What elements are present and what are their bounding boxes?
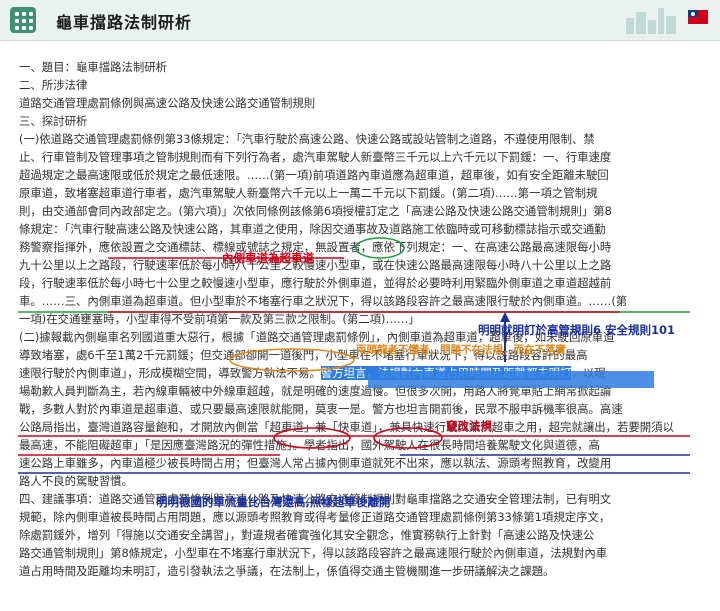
annotation-false-regulation: 竄改法規 xyxy=(446,419,492,433)
doc-line: 道占用時間及距離均未明訂，造引發執法之爭議，在法制上，係值得交通主管機關進一步研… xyxy=(19,564,555,578)
doc-line: 除處罰鍰外，增列「得施以交通安全講習」，對違規者確實強化其安全觀念，惟實務執行上… xyxy=(19,528,595,542)
doc-line: 原車道，致堵塞超車道行車者，處汽車駕駛人新臺幣六千元以上一萬二千元以下罰鍰。(第… xyxy=(19,186,598,200)
doc-line: 九十公里以上之路段，行駛速率低於每小時八十公里之較慢速小型車，或在快速公路最高速… xyxy=(19,258,612,272)
doc-line: 二、所涉法律 xyxy=(19,78,88,92)
roc-flag-icon xyxy=(688,10,708,24)
doc-line: 一、題目：龜車擋路法制研析 xyxy=(19,60,168,74)
doc-line: 路交通管制規則」第8條規定，小型車在不堵塞行車狀況下，得以該路段容許之最高速限行… xyxy=(19,546,608,560)
header-bar: 龜車擋路法制研析 xyxy=(0,0,720,41)
doc-line: 車。……三、內側車道為超車道。但小型車於不堵塞行車之狀況下，得以該路段容許之最高… xyxy=(19,294,628,308)
doc-line: 止、行車管制及管理事項之管制規則而有下列行為者，處汽車駕駛人新臺幣三千元以上六千… xyxy=(19,150,612,164)
annotation-germany: 明明德國的車流量比台灣還高,照樣超車後離開 xyxy=(156,495,391,509)
annotation-unclear: 兩頭龍者不懂者，問題不在法規，而在不落實 xyxy=(356,344,566,356)
annotation-clearly-specified: 明明就明訂於高管規則6 安全規則101 xyxy=(478,323,676,337)
doc-line: 道路交通管理處罰條例與高速公路及快速公路交通管制規則 xyxy=(19,96,316,110)
doc-line: 公路局指出，臺灣道路容量飽和，才開放內側當「超車道」兼「快車道」，兼具快速行駛與… xyxy=(19,420,674,434)
doc-line: 速公路上車雖多，內車道極少被長時間占用；但臺灣人常占據內側車道就死不出來，應以執… xyxy=(19,456,612,470)
doc-line: 條規定：「汽車行駛高速公路及快速公路，其車道之使用，除因交通事故及道路施工依臨時… xyxy=(19,222,606,236)
doc-line: 段，行駛速率低於每小時七十公里之較慢速小型車，應行駛於外側車道，並得於必要時利用… xyxy=(19,276,612,290)
doc-line: 規範，除內側車道被長時間占用問題，應以源頭考照教育或得考量修正道路交通管理處罰條… xyxy=(19,510,611,524)
highlighted-text: 警方坦言，法規對內車道占用時間及距離都未明訂 xyxy=(320,366,572,380)
annotation-inner-lane: 內側車道為超車道 xyxy=(222,251,314,265)
doc-line: 路人不良的駕駛習慣。 xyxy=(19,474,133,488)
doc-line: 戰，多數人對於內車道是超車道、或只要最高速限就能開，莫衷一是。警方也坦言開罰後，… xyxy=(19,402,623,416)
doc-line: 速限行駛於內側車道」，形成模糊空間，導致警方執法不易。警方坦言，法規對內車道占用… xyxy=(19,364,699,382)
doc-line: 三、探討研析 xyxy=(19,114,88,128)
skyline-icon xyxy=(626,8,676,34)
doc-line: (一)依道路交通管理處罰條例第33條規定：「汽車行駛於高速公路、快速公路或設站管… xyxy=(19,132,595,146)
doc-line: 最高速，不能阻礙超車」「是因應臺灣路況的彈性措施」。學者指出，國外駕駛人在很長時… xyxy=(19,438,600,452)
doc-line-part: 速限行駛於內側車道」，形成模糊空間，導致警方執法不易。警方坦言，法規對內車道占用… xyxy=(19,366,606,380)
page-title: 龜車擋路法制研析 xyxy=(56,13,193,32)
doc-line: 場勒歉人員判斷為主，若內線車輛被中外線車超越，就是明確的速度過慢。但很多次開，用… xyxy=(19,384,612,398)
doc-line: 超過規定之最高速限或低於規定之最低速限。……(第一項)前項道路內車道應為超車道，… xyxy=(19,168,609,182)
grid-menu-icon[interactable] xyxy=(10,7,36,33)
doc-line: 務警察指揮外，應依設置之交通標誌、標線或號誌之規定，無設置者，應依下列規定：一、… xyxy=(19,240,612,254)
doc-line: 則，由交通部會同內政部定之。(第六項)」次依同條例該條第6項授權訂定之「高速公路… xyxy=(19,204,612,218)
